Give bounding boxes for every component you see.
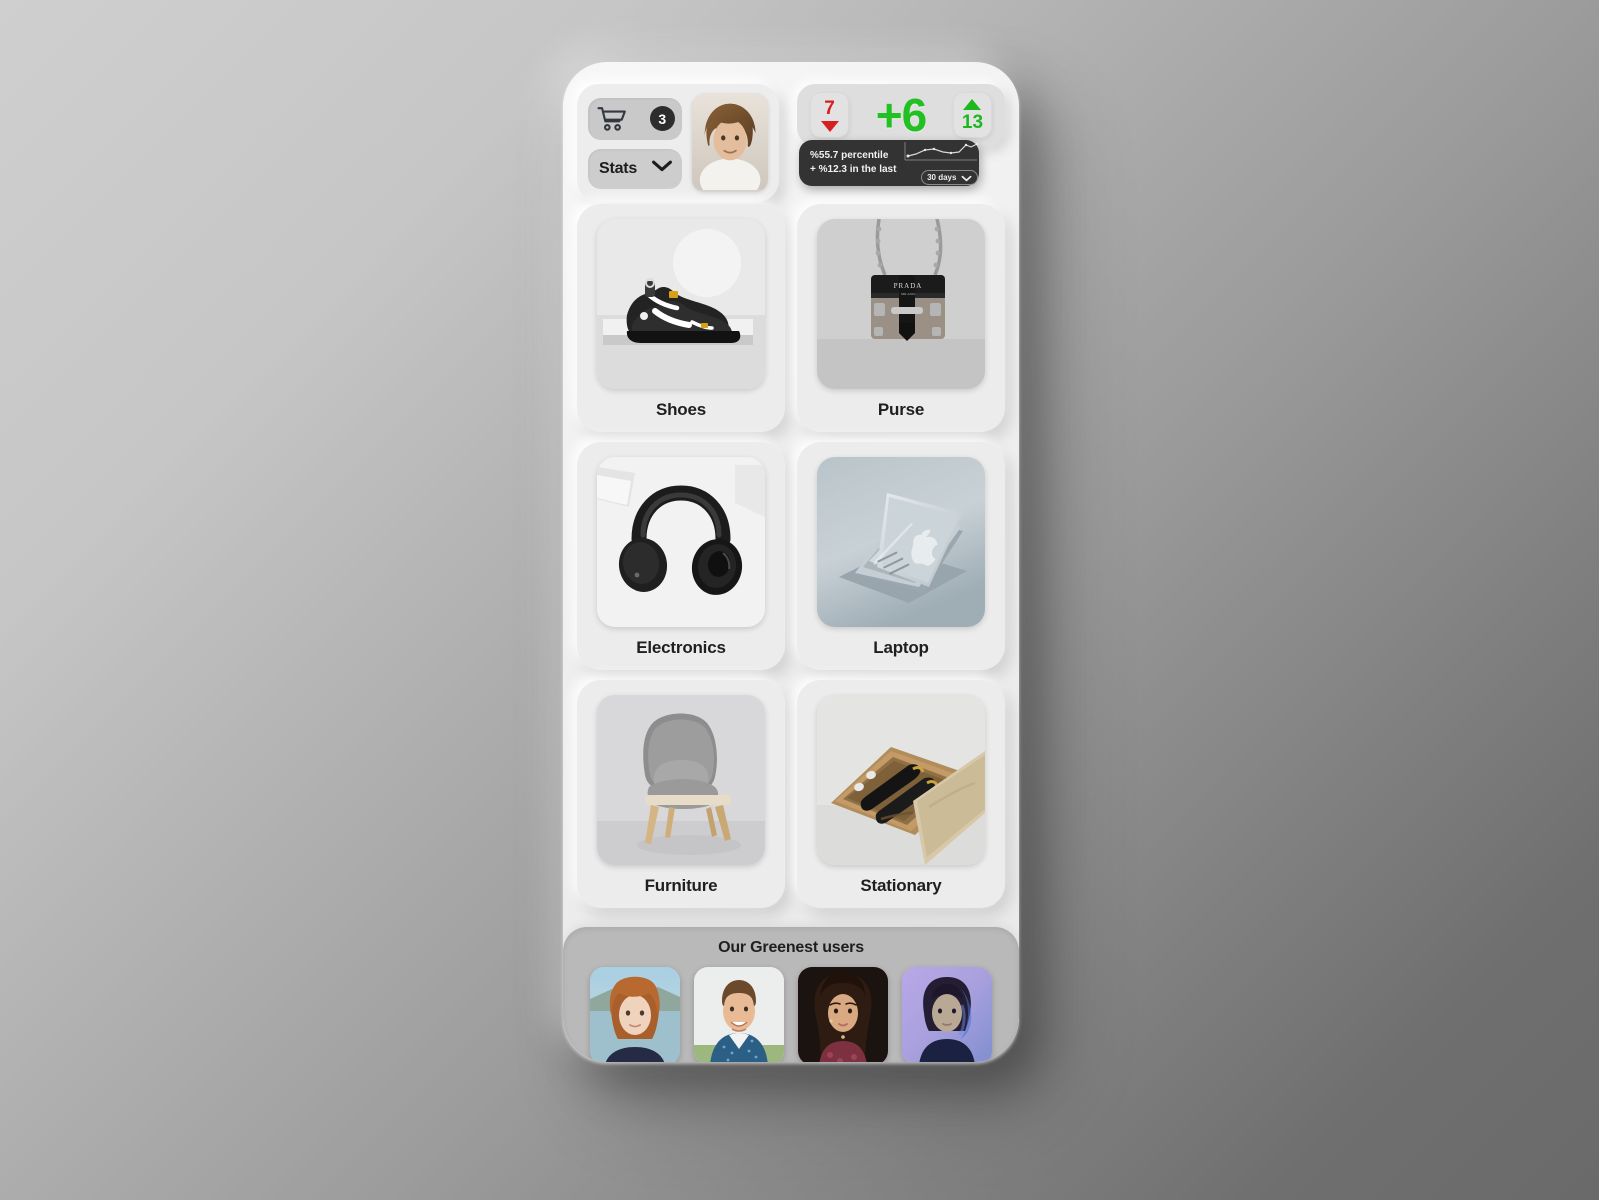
greenest-users-row xyxy=(563,967,1019,1062)
product-thumbnail: PRADA MILANO xyxy=(817,219,985,389)
greenest-users-title: Our Greenest users xyxy=(718,939,864,956)
kpi-down-chip[interactable]: 7 xyxy=(810,92,849,138)
product-card-shoes[interactable]: Shoes xyxy=(577,204,785,432)
product-thumbnail xyxy=(597,457,765,627)
black-headphones-photo xyxy=(597,457,765,627)
product-label: Laptop xyxy=(873,638,929,657)
kpi-up-chip[interactable]: 13 xyxy=(952,92,992,138)
product-label: Electronics xyxy=(636,638,726,657)
user-avatar-4[interactable] xyxy=(902,967,992,1062)
greenest-users-panel: Our Greenest users xyxy=(563,927,1019,1062)
account-cluster: 3 Stats xyxy=(577,84,779,202)
product-card-laptop[interactable]: Laptop xyxy=(797,442,1005,670)
user-avatar-1[interactable] xyxy=(590,967,680,1062)
range-selector-value: 30 days xyxy=(927,173,957,182)
change-line: + %12.3 in the last xyxy=(810,164,897,175)
percentile-text-block: %55.7 percentile + %12.3 in the last xyxy=(810,146,896,180)
kpi-up-value: 13 xyxy=(961,111,984,133)
user-profile-photo xyxy=(691,94,768,190)
product-thumbnail xyxy=(817,695,985,865)
product-label: Furniture xyxy=(644,876,718,895)
black-sneaker-photo xyxy=(597,219,765,389)
product-thumbnail xyxy=(597,219,765,389)
kpi-main-value: +6 xyxy=(875,89,927,141)
user-avatar-2[interactable] xyxy=(694,967,784,1062)
kpi-row: 7 +6 13 xyxy=(797,84,1005,146)
product-label: Shoes xyxy=(655,400,707,419)
product-card-electronics[interactable]: Electronics xyxy=(577,442,785,670)
phone-screen: 3 Stats 7 +6 13 %55.7 percentile + %12.3… xyxy=(563,62,1019,1062)
percentile-right-block: 30 days xyxy=(902,142,979,185)
svg-text:MILANO: MILANO xyxy=(901,292,915,296)
product-card-furniture[interactable]: Furniture xyxy=(577,680,785,908)
svg-text:PRADA: PRADA xyxy=(894,282,923,290)
fountain-pens-wood-case-photo xyxy=(817,695,985,865)
gray-upholstered-chair-photo xyxy=(597,695,765,865)
product-thumbnail xyxy=(817,457,985,627)
range-selector[interactable]: 30 days xyxy=(921,169,979,187)
user-avatar-3[interactable] xyxy=(798,967,888,1062)
silver-laptop-photo xyxy=(817,457,985,627)
sparkline-chart xyxy=(902,141,979,166)
user-avatar-photo xyxy=(902,967,992,1062)
user-avatar-photo xyxy=(590,967,680,1062)
stats-cluster: 7 +6 13 %55.7 percentile + %12.3 in the … xyxy=(797,84,1005,202)
chevron-down-icon xyxy=(961,169,972,187)
stats-button-label: Stats xyxy=(599,159,638,177)
account-buttons: 3 Stats xyxy=(588,97,682,189)
kpi-down-value: 7 xyxy=(824,97,835,119)
shopping-cart-icon xyxy=(597,106,627,132)
product-label: Stationary xyxy=(860,876,942,895)
triangle-down-icon xyxy=(820,120,839,132)
user-avatar-photo xyxy=(798,967,888,1062)
percentile-card: %55.7 percentile + %12.3 in the last 30 … xyxy=(799,140,979,186)
cart-button[interactable]: 3 xyxy=(588,97,682,140)
product-card-purse[interactable]: PRADA MILANO Purse xyxy=(797,204,1005,432)
product-grid: Shoes PRADA MILANO Purse Electronics Lap… xyxy=(577,204,1005,908)
percentile-line: %55.7 percentile xyxy=(810,150,889,161)
chevron-down-icon xyxy=(651,159,673,178)
cart-badge-count: 3 xyxy=(649,106,675,131)
product-card-stationary[interactable]: Stationary xyxy=(797,680,1005,908)
avatar[interactable] xyxy=(691,94,768,192)
product-label: Purse xyxy=(877,400,925,419)
phone-frame: 3 Stats 7 +6 13 %55.7 percentile + %12.3… xyxy=(563,62,1019,1062)
user-avatar-photo xyxy=(694,967,784,1062)
top-bar: 3 Stats 7 +6 13 %55.7 percentile + %12.3… xyxy=(577,84,1005,202)
product-thumbnail xyxy=(597,695,765,865)
stats-dropdown-button[interactable]: Stats xyxy=(588,148,682,189)
black-chain-purse-photo: PRADA MILANO xyxy=(817,219,985,389)
triangle-up-icon xyxy=(963,98,982,110)
